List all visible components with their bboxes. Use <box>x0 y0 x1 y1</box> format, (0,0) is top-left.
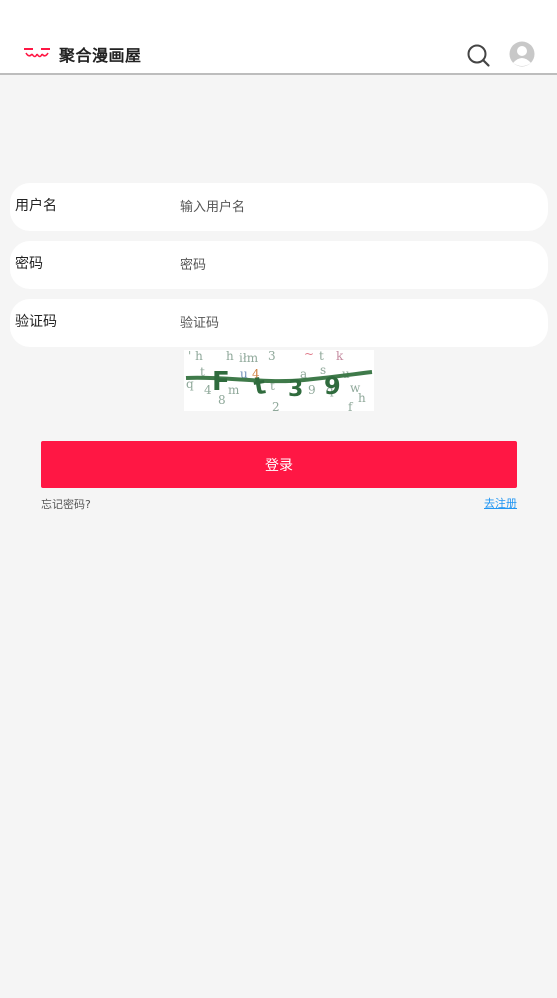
svg-text:iłm: iłm <box>239 351 259 365</box>
username-row: 用户名 <box>10 183 548 231</box>
password-label: 密码 <box>15 256 43 272</box>
svg-text:3: 3 <box>288 377 303 402</box>
captcha-label: 验证码 <box>15 314 57 330</box>
search-icon[interactable] <box>465 42 491 68</box>
svg-text:' h: ' h <box>188 350 203 363</box>
site-title[interactable]: 聚合漫画屋 <box>59 42 142 66</box>
svg-text:~: ~ <box>304 350 314 361</box>
captcha-image[interactable]: ' h h iłm 3 ~ tk tu4 asu q4m t9q w8 h 2f F t… <box>184 350 374 411</box>
password-input[interactable] <box>176 251 539 279</box>
svg-text:h: h <box>226 350 234 363</box>
svg-text:h: h <box>358 391 366 405</box>
username-label: 用户名 <box>15 198 57 214</box>
svg-text:9: 9 <box>308 383 316 397</box>
svg-text:4: 4 <box>204 383 212 397</box>
svg-text:2: 2 <box>272 400 280 411</box>
svg-text:t: t <box>319 350 324 363</box>
user-avatar-icon[interactable] <box>509 41 535 67</box>
svg-text:9: 9 <box>324 372 341 400</box>
forgot-password-link[interactable]: 忘记密码? <box>41 496 91 512</box>
app-header: 聚合漫画屋 <box>0 0 557 75</box>
captcha-input[interactable] <box>176 309 539 337</box>
login-button[interactable]: 登录 <box>41 441 517 488</box>
svg-text:m: m <box>228 383 240 397</box>
svg-text:3: 3 <box>268 350 276 363</box>
svg-text:F: F <box>212 367 230 397</box>
register-link[interactable]: 去注册 <box>484 495 517 511</box>
svg-text:k: k <box>336 350 344 363</box>
captcha-row: 验证码 <box>10 299 548 347</box>
cat-face-logo-icon <box>24 48 50 58</box>
username-input[interactable] <box>176 193 539 221</box>
password-row: 密码 <box>10 241 548 289</box>
